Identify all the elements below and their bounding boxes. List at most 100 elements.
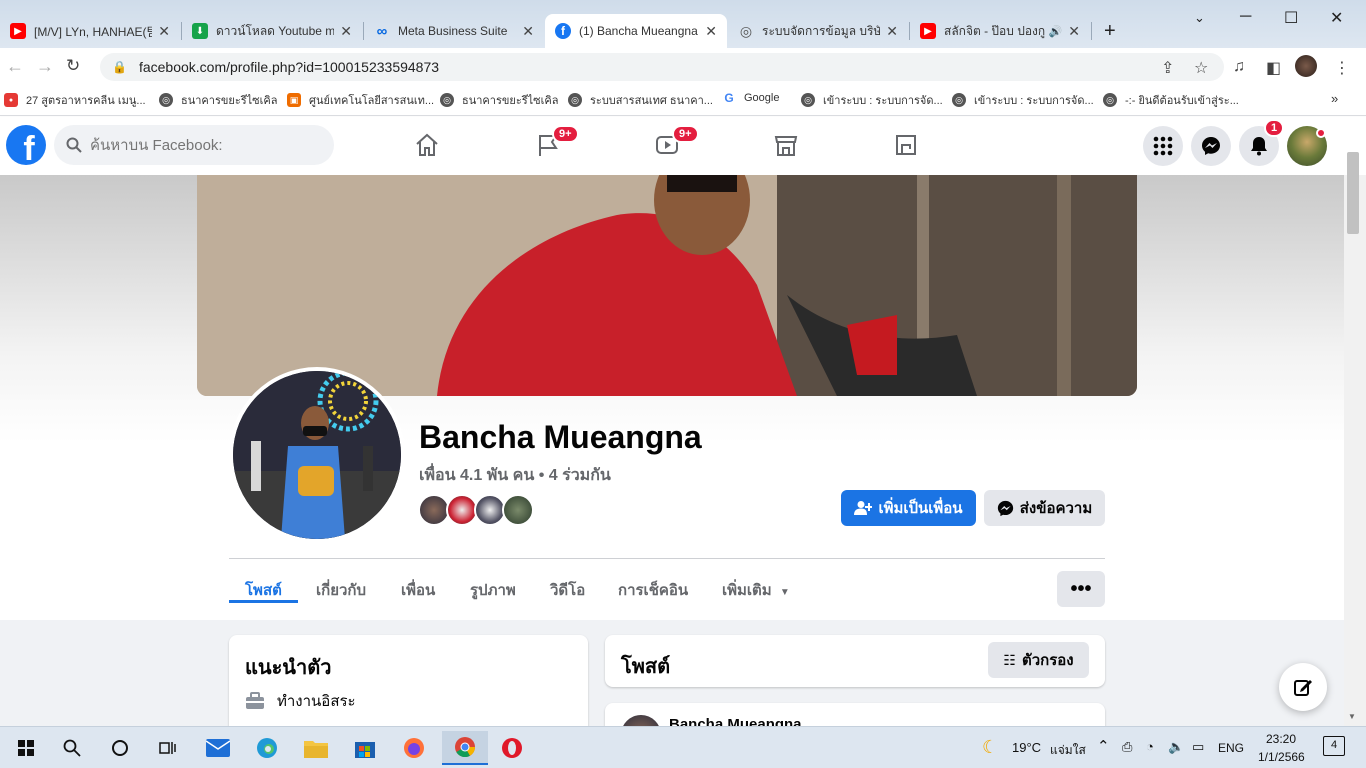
chrome-icon[interactable] xyxy=(442,731,488,765)
tab-search-icon[interactable]: ⌄ xyxy=(1194,10,1205,26)
tab-posts[interactable]: โพสต์ xyxy=(245,578,282,602)
mail-icon[interactable] xyxy=(198,731,238,765)
search-icon[interactable] xyxy=(52,731,92,765)
cover-photo[interactable] xyxy=(197,175,1137,396)
weather-moon-icon[interactable]: ☾ xyxy=(982,737,998,758)
scroll-down-icon[interactable]: ▼ xyxy=(1348,712,1356,721)
speaker-icon[interactable]: 🔊 xyxy=(1049,25,1063,38)
bookmark-item[interactable]: ◎ ธนาคารขยะรีไซเคิล xyxy=(440,91,559,109)
side-panel-icon[interactable]: ◧ xyxy=(1266,58,1281,78)
bookmark-label: Google xyxy=(744,92,780,104)
profile-picture[interactable] xyxy=(229,367,405,543)
bookmark-item[interactable]: G Google xyxy=(722,91,779,105)
wifi-icon[interactable]: ◔ xyxy=(1146,739,1154,754)
share-icon[interactable]: ⇪ xyxy=(1161,58,1174,78)
bell-icon xyxy=(1251,137,1267,156)
device-icon[interactable]: ⎙ xyxy=(1122,739,1132,755)
close-tab-icon[interactable]: ✕ xyxy=(886,23,898,40)
firefox-icon[interactable] xyxy=(394,731,434,765)
bookmark-item[interactable]: ● 27 สูตรอาหารคลีน เมนู... xyxy=(4,91,146,109)
chevron-up-icon[interactable]: ⌃ xyxy=(1097,737,1110,755)
file-explorer-icon[interactable] xyxy=(296,731,336,765)
page-scrollbar[interactable] xyxy=(1344,175,1366,726)
weather-text[interactable]: แจ่มใส xyxy=(1050,741,1086,760)
task-view-icon[interactable] xyxy=(148,731,188,765)
bookmark-item[interactable]: ◎ เข้าระบบ : ระบบการจัด... xyxy=(952,91,1094,109)
menu-icon[interactable]: ⋮ xyxy=(1334,58,1350,78)
bookmark-label: ศูนย์เทคโนโลยีสารสนเท... xyxy=(309,95,435,107)
add-friend-button[interactable]: เพิ่มเป็นเพื่อน xyxy=(841,490,976,526)
weather-temp[interactable]: 19°C xyxy=(1012,740,1041,755)
scrollbar-thumb[interactable] xyxy=(1347,152,1359,234)
url-text[interactable]: facebook.com/profile.php?id=100015233594… xyxy=(139,59,439,75)
post-author-name[interactable]: Bancha Mueangna xyxy=(669,716,802,726)
facebook-logo[interactable]: f xyxy=(6,125,46,165)
tab-checkins[interactable]: การเช็คอิน xyxy=(618,578,688,602)
cortana-icon[interactable] xyxy=(100,731,140,765)
close-tab-icon[interactable]: ✕ xyxy=(705,23,717,40)
messenger-icon xyxy=(997,500,1013,516)
close-tab-icon[interactable]: ✕ xyxy=(340,23,352,40)
account-dot xyxy=(1316,128,1326,138)
back-icon[interactable]: ← xyxy=(6,56,24,77)
tab-facebook-active[interactable]: f (1) Bancha Mueangna ✕ xyxy=(545,14,727,48)
tab-data-system[interactable]: ◎ ระบบจัดการข้อมูล บริษัท ✕ xyxy=(728,14,908,48)
close-tab-icon[interactable]: ✕ xyxy=(1068,23,1080,40)
minimize-icon[interactable]: ─ xyxy=(1240,8,1251,26)
tab-download[interactable]: ⬇ ดาวน์โหลด Youtube mp ✕ xyxy=(182,14,362,48)
tab-youtube-mv[interactable]: ▶ [M/V] LYn, HANHAE(팀 ✕ xyxy=(0,14,180,48)
search-icon xyxy=(66,137,82,153)
facebook-search[interactable] xyxy=(54,125,334,165)
tab-photos[interactable]: รูปภาพ xyxy=(470,578,516,602)
opera-icon[interactable] xyxy=(492,731,532,765)
profile-more-button[interactable]: ••• xyxy=(1057,571,1105,607)
bookmark-item[interactable]: ◎ -:- ยินดีต้อนรับเข้าสู่ระ... xyxy=(1103,91,1239,109)
posts-title: โพสต์ xyxy=(621,656,671,678)
bookmark-item[interactable]: ◎ ธนาคารขยะรีไซเคิล xyxy=(159,91,278,109)
menu-grid-button[interactable] xyxy=(1143,126,1183,166)
send-message-button[interactable]: ส่งข้อความ xyxy=(984,490,1105,526)
forward-icon[interactable]: → xyxy=(36,56,54,77)
tab-about[interactable]: เกี่ยวกับ xyxy=(316,578,366,602)
store-icon[interactable] xyxy=(345,731,385,765)
tab-meta-business[interactable]: ∞ Meta Business Suite ✕ xyxy=(364,14,544,48)
friend-count[interactable]: เพื่อน 4.1 พัน คน • 4 ร่วมกัน xyxy=(419,463,611,488)
bookmark-item[interactable]: ◎ ระบบสารสนเทศ ธนาคา... xyxy=(568,91,713,109)
media-control-icon[interactable]: ♫ xyxy=(1233,58,1245,76)
gaming-icon[interactable] xyxy=(891,130,921,160)
messenger-button[interactable] xyxy=(1191,126,1231,166)
clock-time[interactable]: 23:20 xyxy=(1266,732,1296,746)
language-indicator[interactable]: ENG xyxy=(1218,741,1244,755)
new-post-button[interactable] xyxy=(1279,663,1327,711)
search-input[interactable] xyxy=(90,136,310,154)
filter-button[interactable]: ☷ ตัวกรอง xyxy=(988,642,1089,678)
tab-more[interactable]: เพิ่มเติม ▼ xyxy=(722,578,790,602)
edge-icon[interactable] xyxy=(247,731,287,765)
tab-title: Meta Business Suite xyxy=(398,24,508,38)
mutual-friend-avatar[interactable] xyxy=(502,494,534,526)
filter-icon: ☷ xyxy=(1003,651,1016,668)
tab-youtube-music[interactable]: ▶ สลักจิต - ป๊อบ ปองกู 🔊 ✕ xyxy=(910,14,1090,48)
profile-avatar[interactable] xyxy=(1295,55,1317,77)
tab-videos[interactable]: วิดีโอ xyxy=(550,578,585,602)
edit-icon xyxy=(1294,680,1312,696)
maximize-icon[interactable]: ☐ xyxy=(1284,8,1298,28)
action-center-icon[interactable]: 4 xyxy=(1323,736,1345,756)
reload-icon[interactable]: ↻ xyxy=(66,56,80,76)
url-bar[interactable]: 🔒 facebook.com/profile.php?id=1000152335… xyxy=(100,53,1224,81)
bookmark-item[interactable]: ▣ ศูนย์เทคโนโลยีสารสนเท... xyxy=(287,91,434,109)
battery-icon[interactable]: ▭ xyxy=(1192,739,1204,755)
tab-friends[interactable]: เพื่อน xyxy=(401,578,435,602)
bookmark-star-icon[interactable]: ☆ xyxy=(1194,58,1208,78)
volume-icon[interactable]: 🔈 xyxy=(1168,739,1184,755)
marketplace-icon[interactable] xyxy=(771,130,801,160)
bookmark-item[interactable]: ◎ เข้าระบบ : ระบบการจัด... xyxy=(801,91,943,109)
home-icon[interactable] xyxy=(412,130,442,160)
windows-start-icon[interactable] xyxy=(6,731,46,765)
new-tab-button[interactable]: + xyxy=(1104,20,1116,43)
bookmarks-overflow[interactable]: » xyxy=(1331,91,1338,106)
close-window-icon[interactable]: ✕ xyxy=(1330,8,1343,28)
clock-date[interactable]: 1/1/2566 xyxy=(1258,750,1305,764)
close-tab-icon[interactable]: ✕ xyxy=(522,23,534,40)
close-tab-icon[interactable]: ✕ xyxy=(158,23,170,40)
